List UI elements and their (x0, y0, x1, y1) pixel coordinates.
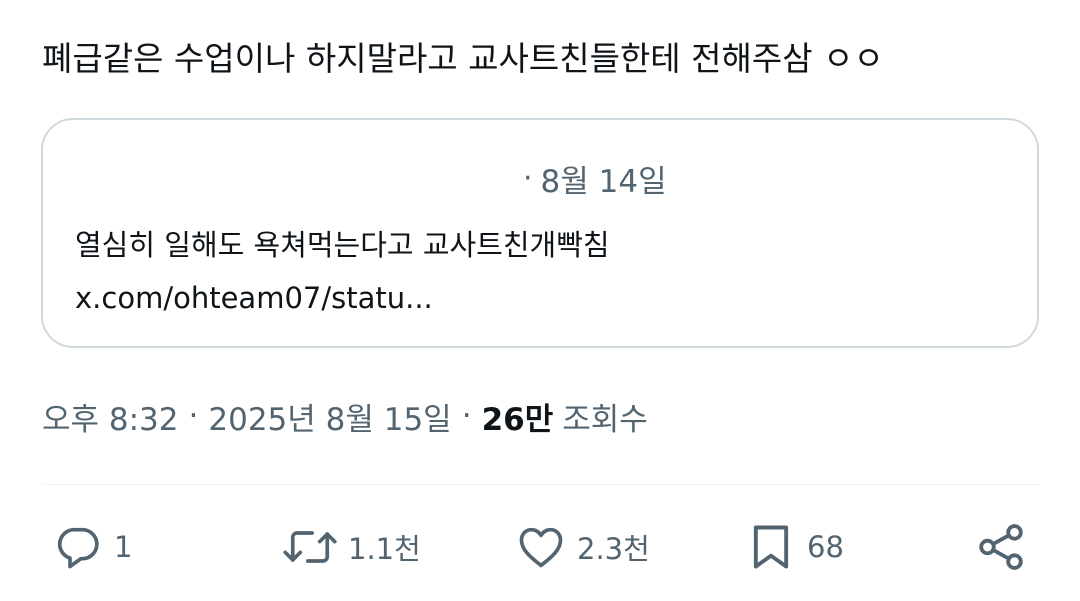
like-button[interactable]: 2.3천 (515, 512, 650, 582)
retweet-icon (282, 521, 338, 573)
bookmark-count: 68 (807, 530, 844, 564)
share-button[interactable] (974, 512, 1028, 582)
reply-count: 1 (114, 530, 133, 564)
heart-icon (515, 521, 567, 573)
quoted-tweet-header: · 8월 14일 (75, 156, 667, 201)
divider (42, 484, 1040, 485)
retweet-count: 1.1천 (348, 532, 421, 566)
like-count: 2.3천 (577, 532, 650, 566)
separator-dot: · (523, 160, 533, 196)
views-label: 조회수 (562, 401, 648, 438)
separator-dot: · (461, 398, 472, 434)
quoted-tweet-text: 열심히 일해도 욕쳐먹는다고 교사트친개빡침 (75, 228, 610, 262)
tweet-metadata: 오후 8:32 · 2025년 8월 15일 · 26만 조회수 (42, 392, 648, 440)
reply-icon (52, 521, 104, 573)
tweet-text: 폐급같은 수업이나 하지말라고 교사트친들한테 전해주삼 ㅇㅇ (42, 39, 884, 78)
views-count[interactable]: 26만 (482, 394, 554, 439)
bookmark-button[interactable]: 68 (745, 512, 844, 582)
action-bar: 1 1.1천 2.3천 68 (0, 512, 1080, 582)
share-icon (974, 520, 1028, 574)
quoted-tweet-date[interactable]: 8월 14일 (541, 156, 667, 201)
tweet-date[interactable]: 2025년 8월 15일 (208, 394, 451, 439)
quoted-tweet-card[interactable]: · 8월 14일 열심히 일해도 욕쳐먹는다고 교사트친개빡침 x.com/oh… (41, 118, 1039, 348)
redacted-author (75, 161, 515, 195)
bookmark-icon (745, 521, 797, 573)
tweet-time[interactable]: 오후 8:32 (42, 394, 179, 439)
retweet-button[interactable]: 1.1천 (282, 512, 421, 582)
quoted-tweet-link[interactable]: x.com/ohteam07/statu... (75, 276, 433, 320)
reply-button[interactable]: 1 (52, 512, 132, 582)
separator-dot: · (188, 398, 199, 434)
